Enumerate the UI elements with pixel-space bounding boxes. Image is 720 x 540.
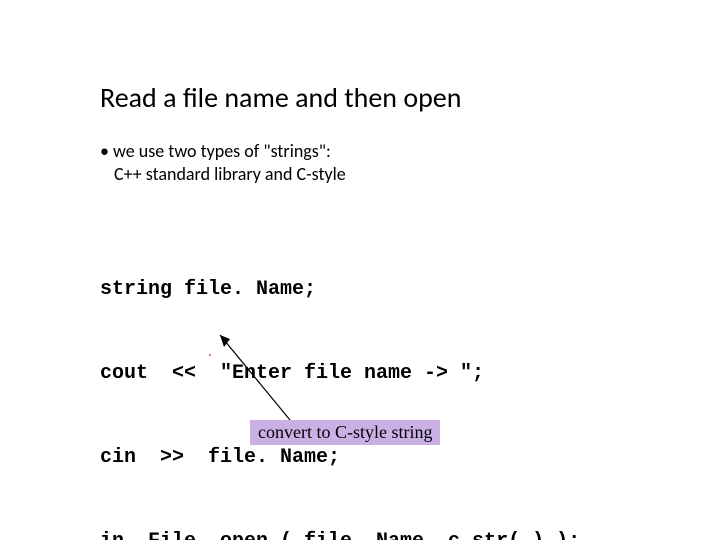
code-line-3: cin >> file. Name; xyxy=(100,444,580,472)
code-line-2: cout << "Enter file name -> "; xyxy=(100,360,580,388)
code-line-4: in. File. open ( file. Name. c_str( ) ); xyxy=(100,528,580,540)
bullet-block: we use two types of "strings": C++ stand… xyxy=(100,140,346,187)
code-block: string file. Name; cout << "Enter file n… xyxy=(100,220,580,540)
slide: Read a file name and then open we use tw… xyxy=(0,0,720,540)
bullet-line-2: C++ standard library and C-style xyxy=(100,163,346,186)
slide-title: Read a file name and then open xyxy=(100,80,461,115)
bullet-line-1: we use two types of "strings": xyxy=(100,140,346,163)
callout-label: convert to C-style string xyxy=(250,420,440,445)
code-line-1: string file. Name; xyxy=(100,276,580,304)
